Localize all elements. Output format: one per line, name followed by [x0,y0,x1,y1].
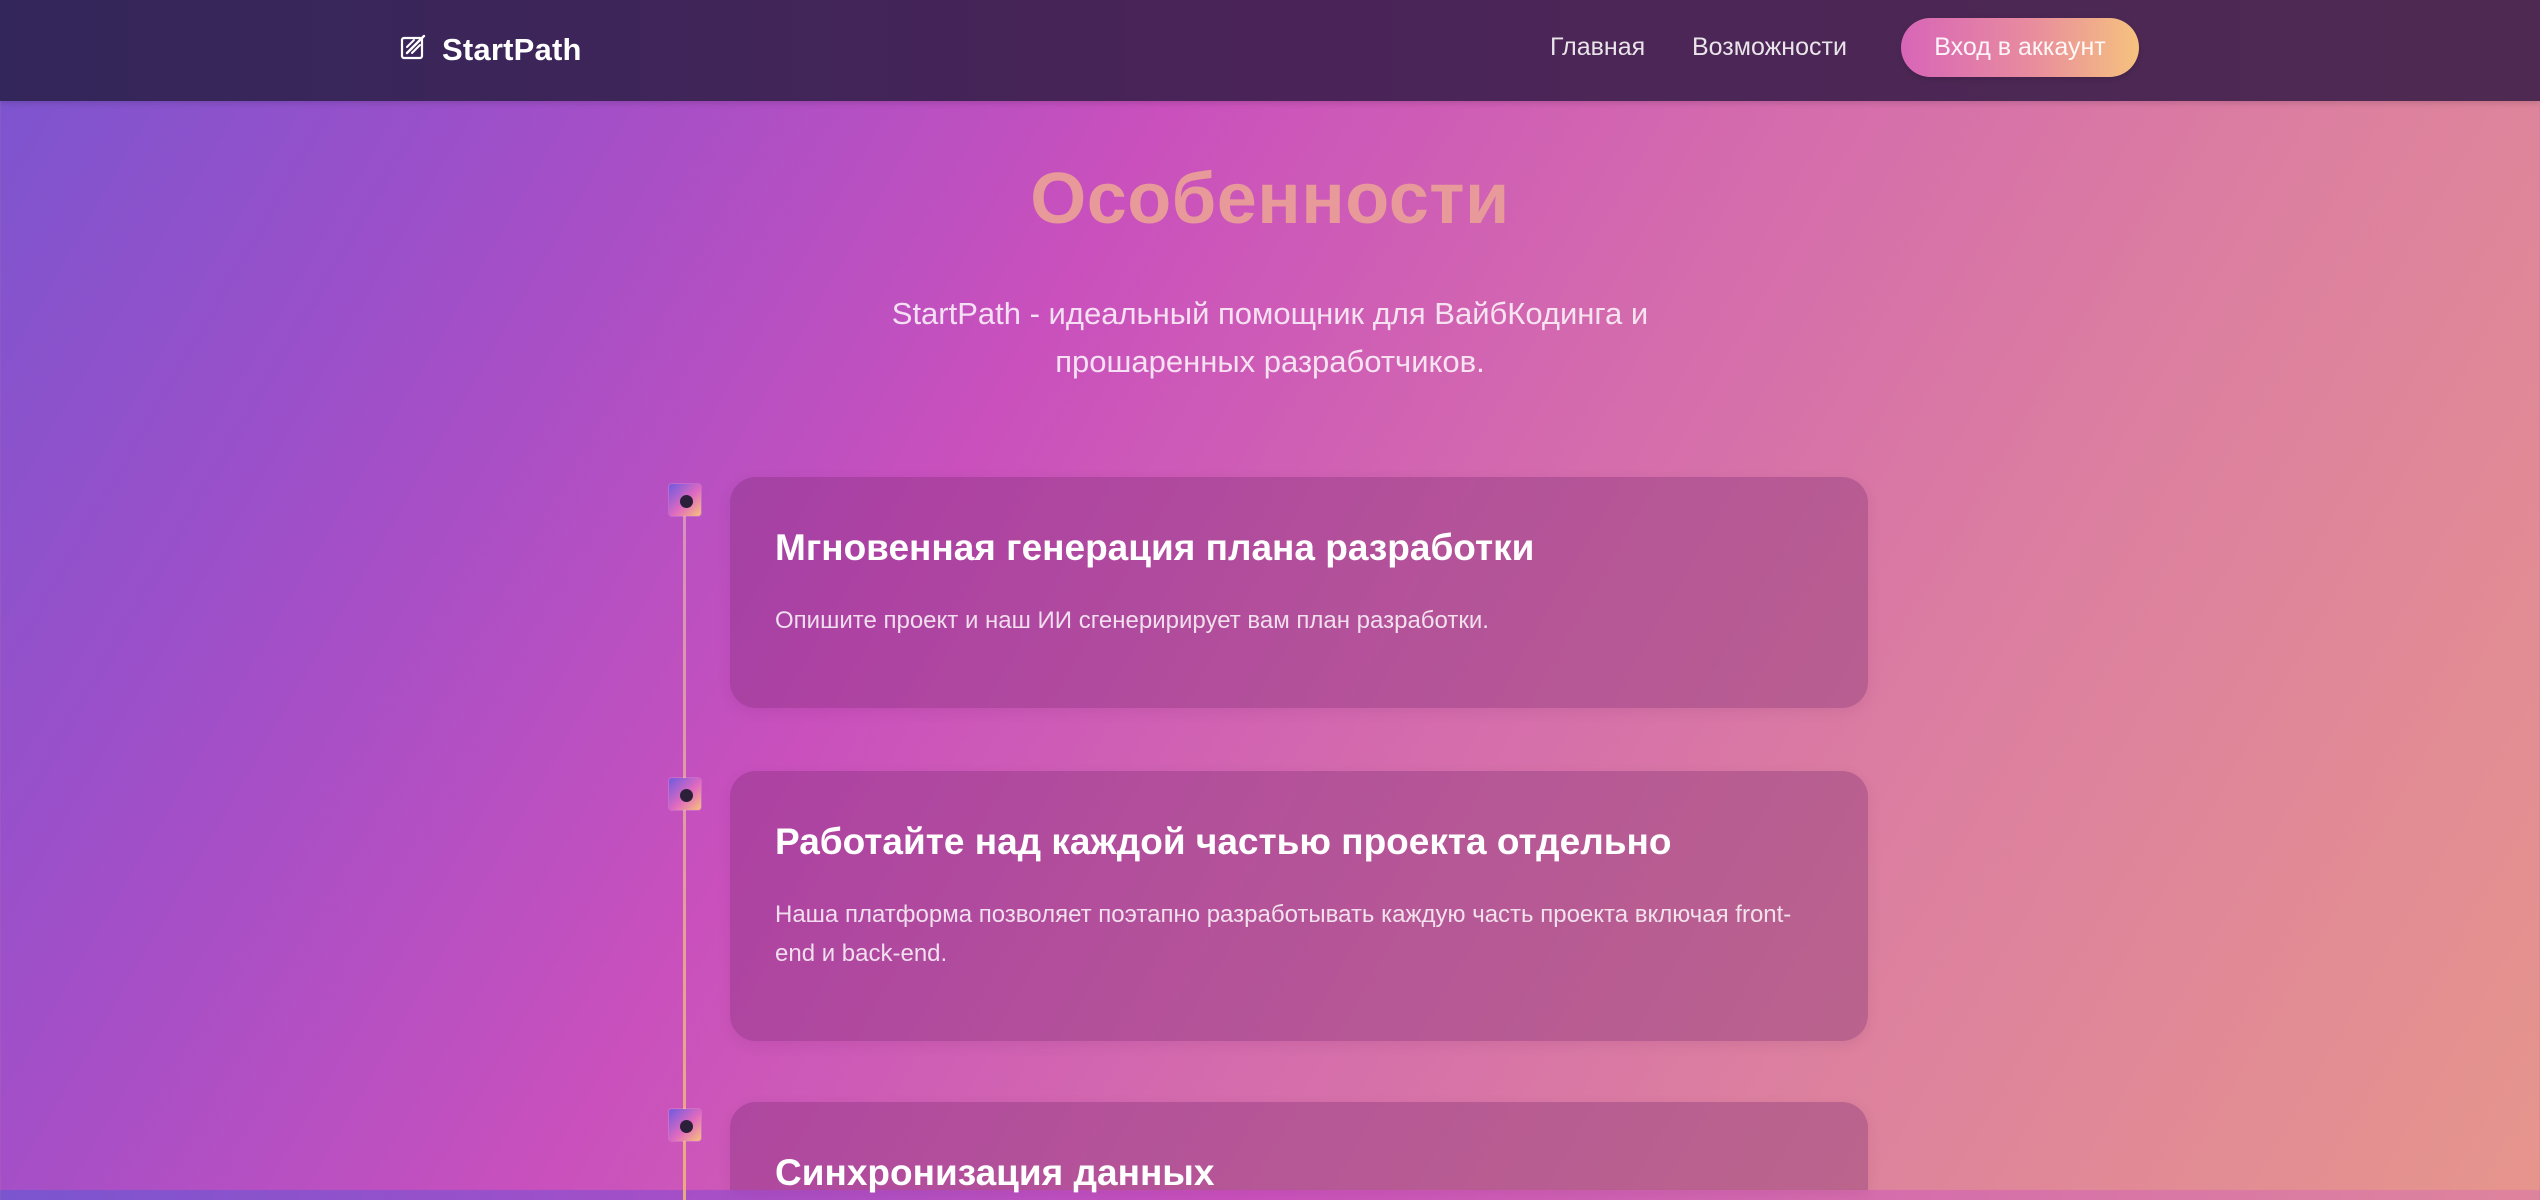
login-button[interactable]: Вход в аккаунт [1901,18,2139,77]
feature-description: Наша платформа позволяет поэтапно разраб… [775,901,1792,967]
feature-title: Мгновенная генерация плана разработки [775,527,1535,568]
brand-logo[interactable]: StartPath [400,30,582,70]
feature-card: Мгновенная генерация плана разработки Оп… [730,477,1868,708]
feature-description: Опишите проект и наш ИИ сгенеририрует ва… [775,607,1489,634]
timeline-marker [669,484,701,516]
timeline-marker [669,778,701,810]
top-navbar: StartPath Главная Возможности Вход в акк… [0,0,2540,101]
nav-link-features[interactable]: Возможности [1692,0,1847,94]
pen-square-icon [400,33,428,61]
feature-title: Синхронизация данных [775,1152,1215,1193]
timeline-marker-dot [680,495,693,508]
feature-card: Работайте над каждой частью проекта отде… [730,771,1868,1041]
timeline-marker [669,1109,701,1141]
brand-name: StartPath [442,32,582,67]
page-title: Особенности [1030,159,1510,239]
feature-title: Работайте над каждой частью проекта отде… [775,821,1672,862]
nav-link-home[interactable]: Главная [1550,0,1645,94]
timeline-marker-dot [680,789,693,802]
page-subtitle: StartPath - идеальный помощник для ВайбК… [891,296,1649,379]
timeline-line [683,500,686,1200]
timeline-marker-dot [680,1120,693,1133]
feature-card: Синхронизация данных [730,1102,1868,1193]
